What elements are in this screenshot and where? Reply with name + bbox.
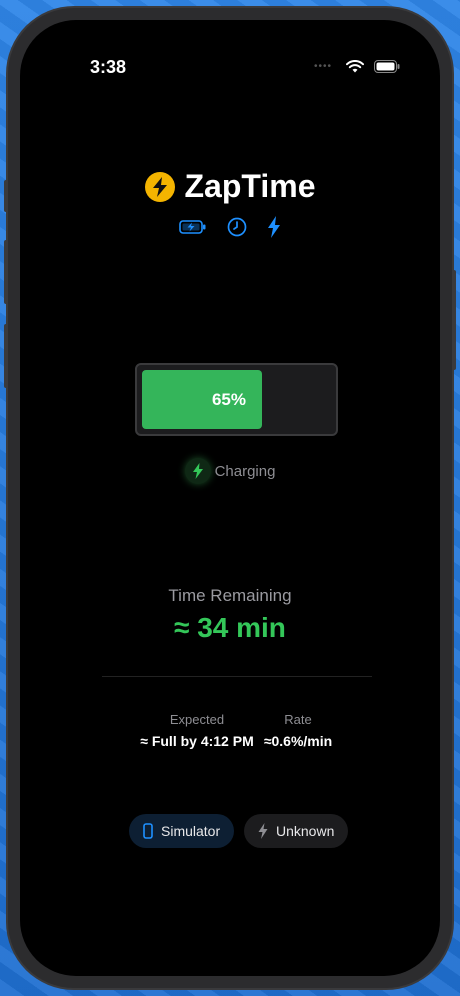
bolt-icon	[258, 823, 268, 839]
divider	[102, 676, 372, 677]
app-header: ZapTime	[20, 168, 440, 205]
phone-icon	[143, 823, 153, 839]
status-bar: 3:38 ••••	[20, 20, 440, 80]
battery-percentage: 65%	[211, 389, 246, 409]
status-time: 3:38	[90, 57, 127, 77]
unknown-chip-label: Unknown	[276, 823, 335, 839]
simulator-chip[interactable]: Simulator	[129, 814, 235, 848]
battery-status-icon	[374, 60, 400, 73]
battery-fill: 65%	[142, 370, 262, 429]
header-icon-row	[20, 216, 440, 238]
charging-label: Charging	[214, 462, 276, 480]
battery-charging-icon[interactable]	[179, 220, 207, 234]
signal-dots-icon: ••••	[313, 61, 332, 72]
app-title: ZapTime	[184, 168, 316, 204]
mute-switch	[4, 180, 8, 212]
wifi-icon	[346, 60, 364, 73]
rate-stat: Rate ≈0.6%/min	[254, 712, 342, 749]
expected-value: ≈ Full by 4:12 PM	[140, 733, 254, 749]
unknown-chip[interactable]: Unknown	[244, 814, 349, 848]
expected-stat: Expected ≈ Full by 4:12 PM	[130, 712, 264, 749]
clock-icon[interactable]	[227, 217, 247, 237]
power-button	[452, 270, 456, 370]
volume-up-button	[4, 240, 8, 304]
time-remaining-value: ≈ 34 min	[174, 612, 286, 643]
phone-frame: 3:38 •••• ZapTime 65% Charging Time Rema…	[4, 8, 456, 988]
battery-gauge: 65%	[135, 363, 338, 436]
volume-down-button	[4, 324, 8, 388]
bolt-icon[interactable]	[267, 216, 281, 238]
app-screen: 3:38 •••• ZapTime 65% Charging Time Rema…	[20, 20, 440, 976]
rate-label: Rate	[284, 712, 312, 727]
status-icons: ••••	[314, 60, 400, 73]
app-logo-bolt-icon	[144, 171, 175, 202]
expected-label: Expected	[169, 712, 225, 727]
simulator-chip-label: Simulator	[161, 823, 221, 839]
time-remaining-label: Time Remaining	[168, 586, 292, 605]
charging-bolt-icon	[184, 458, 211, 484]
rate-value: ≈0.6%/min	[263, 733, 333, 749]
charging-status: Charging	[20, 458, 440, 484]
